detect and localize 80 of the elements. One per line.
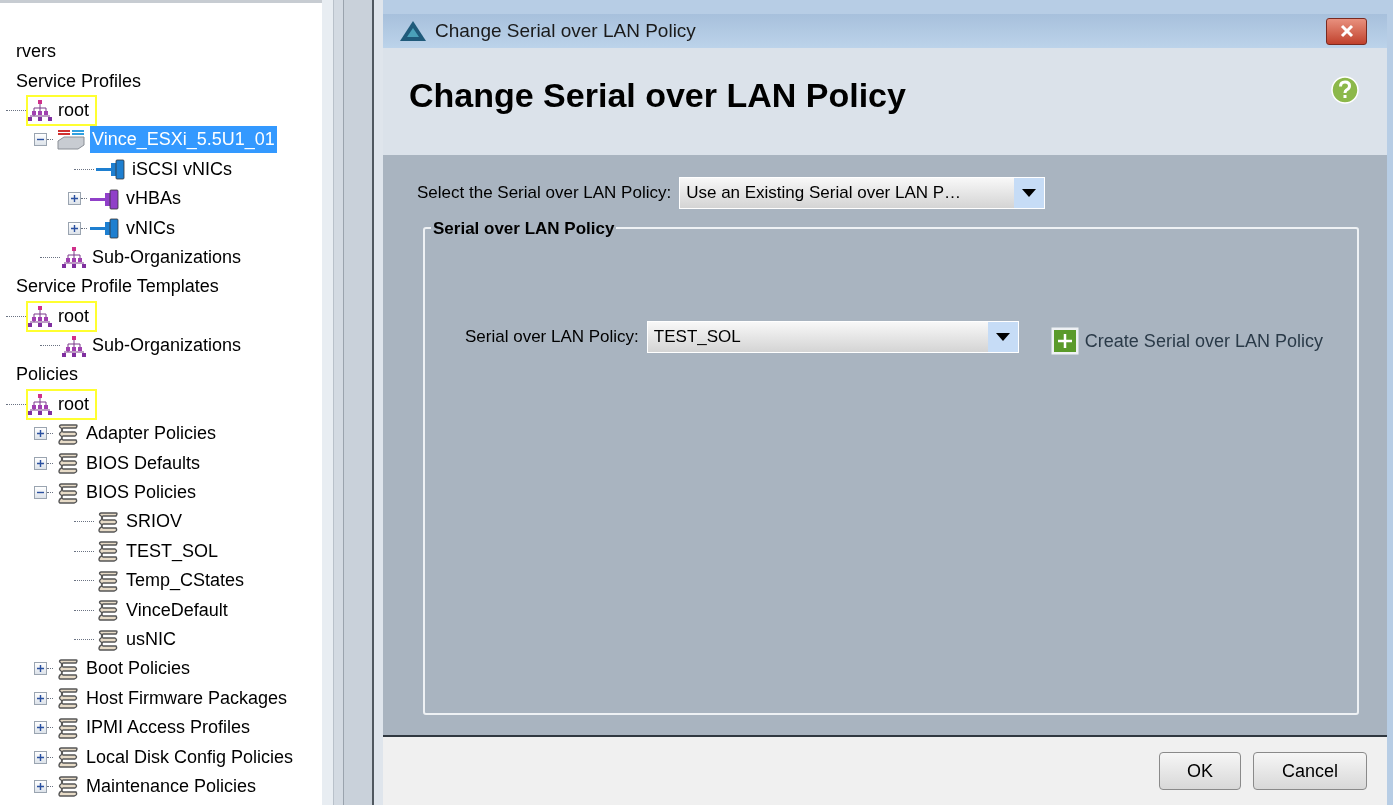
scroll-icon — [56, 452, 80, 475]
tree-section-label[interactable]: Policies — [16, 361, 79, 389]
tree-item[interactable]: Host Firmware Packages — [84, 684, 290, 712]
tree-item[interactable]: Local Disk Config Policies — [84, 743, 296, 771]
plus-icon — [36, 723, 45, 733]
tree-item[interactable]: BIOS Defaults — [84, 449, 203, 477]
tree-section-label[interactable]: Service Profile Templates — [16, 273, 219, 301]
scroll-icon — [96, 628, 120, 651]
tree-item[interactable]: Temp_CStates — [124, 567, 247, 595]
scroll-icon — [56, 746, 80, 769]
connector-icon — [90, 187, 120, 210]
tree-item[interactable]: iSCSI vNICs — [130, 155, 234, 183]
hierarchy-icon — [28, 393, 52, 416]
tree-item[interactable]: Maintenance Policies — [84, 772, 259, 800]
plus-icon — [1050, 327, 1079, 355]
dropdown-arrow-icon — [1022, 189, 1037, 197]
plus-icon — [36, 693, 45, 703]
tree-item[interactable]: Sub-Organizations — [90, 243, 244, 271]
expand-toggle[interactable] — [34, 456, 47, 470]
expand-toggle[interactable] — [68, 221, 81, 235]
plus-icon — [36, 781, 45, 791]
scroll-icon — [96, 599, 120, 622]
connector-icon — [90, 217, 120, 240]
hierarchy-icon — [62, 334, 86, 357]
tree-item[interactable]: BIOS Policies — [84, 479, 199, 507]
plus-icon — [36, 752, 45, 762]
expand-toggle[interactable] — [34, 721, 47, 735]
policy-type-dropdown[interactable]: Use an Existing Serial over LAN P… — [679, 177, 1046, 209]
scroll-icon — [56, 687, 80, 710]
tree-section-label[interactable]: rvers — [16, 38, 56, 66]
field-label: Serial over LAN Policy: — [465, 326, 639, 349]
collapse-toggle[interactable] — [34, 486, 47, 500]
tree-item[interactable]: vHBAs — [124, 185, 183, 213]
close-button[interactable] — [1326, 17, 1367, 45]
tree-item[interactable]: TEST_SOL — [124, 537, 221, 565]
tree-item[interactable]: usNIC — [124, 626, 178, 653]
scroll-icon — [96, 510, 120, 533]
collapse-toggle[interactable] — [34, 133, 47, 147]
tree-item[interactable]: Sub-Organizations — [90, 332, 244, 360]
plus-icon — [36, 429, 45, 439]
expand-toggle[interactable] — [68, 192, 81, 206]
field-label: Select the Serial over LAN Policy: — [417, 182, 672, 205]
expand-toggle[interactable] — [34, 691, 47, 705]
scroll-icon — [56, 716, 80, 739]
scroll-icon — [56, 422, 80, 445]
expand-toggle[interactable] — [34, 427, 47, 441]
dialog-button[interactable]: OK — [1159, 752, 1241, 790]
scroll-icon — [96, 540, 120, 563]
connector-icon — [96, 158, 126, 181]
scroll-icon — [96, 569, 120, 592]
policy-dropdown[interactable]: TEST_SOL — [646, 321, 1019, 353]
server-icon — [56, 128, 86, 151]
splitter-bar[interactable] — [322, 0, 383, 805]
tree-item[interactable]: Boot Policies — [84, 655, 193, 683]
hierarchy-icon — [62, 246, 86, 269]
close-icon — [1338, 24, 1355, 38]
dropdown-arrow-icon — [995, 333, 1010, 341]
tree-item[interactable]: VinceDefault — [124, 596, 230, 624]
plus-icon — [70, 194, 79, 204]
plus-icon — [70, 223, 79, 233]
expand-toggle[interactable] — [34, 750, 47, 764]
scroll-icon — [56, 657, 80, 680]
hierarchy-icon — [28, 99, 52, 122]
tree-item[interactable]: IPMI Access Profiles — [84, 714, 253, 742]
plus-icon — [36, 458, 45, 468]
scroll-icon — [56, 481, 80, 504]
scroll-icon — [56, 775, 80, 798]
hierarchy-icon — [28, 305, 52, 328]
expand-toggle[interactable] — [34, 662, 47, 676]
tree-section-label[interactable]: Service Profiles — [16, 67, 142, 95]
window-title: Change Serial over LAN Policy — [435, 18, 696, 43]
tree-item[interactable]: SRIOV — [124, 508, 184, 536]
create-policy-link[interactable]: Create Serial over LAN Policy — [1050, 327, 1323, 355]
tree-item[interactable]: Adapter Policies — [84, 420, 219, 448]
expand-toggle[interactable] — [34, 779, 47, 793]
plus-icon — [36, 664, 45, 674]
tree-item[interactable]: vNICs — [124, 214, 177, 242]
dialog-heading: Change Serial over LAN Policy — [409, 75, 906, 116]
dialog-button[interactable]: Cancel — [1253, 752, 1367, 790]
triangle-logo-icon — [399, 20, 427, 42]
